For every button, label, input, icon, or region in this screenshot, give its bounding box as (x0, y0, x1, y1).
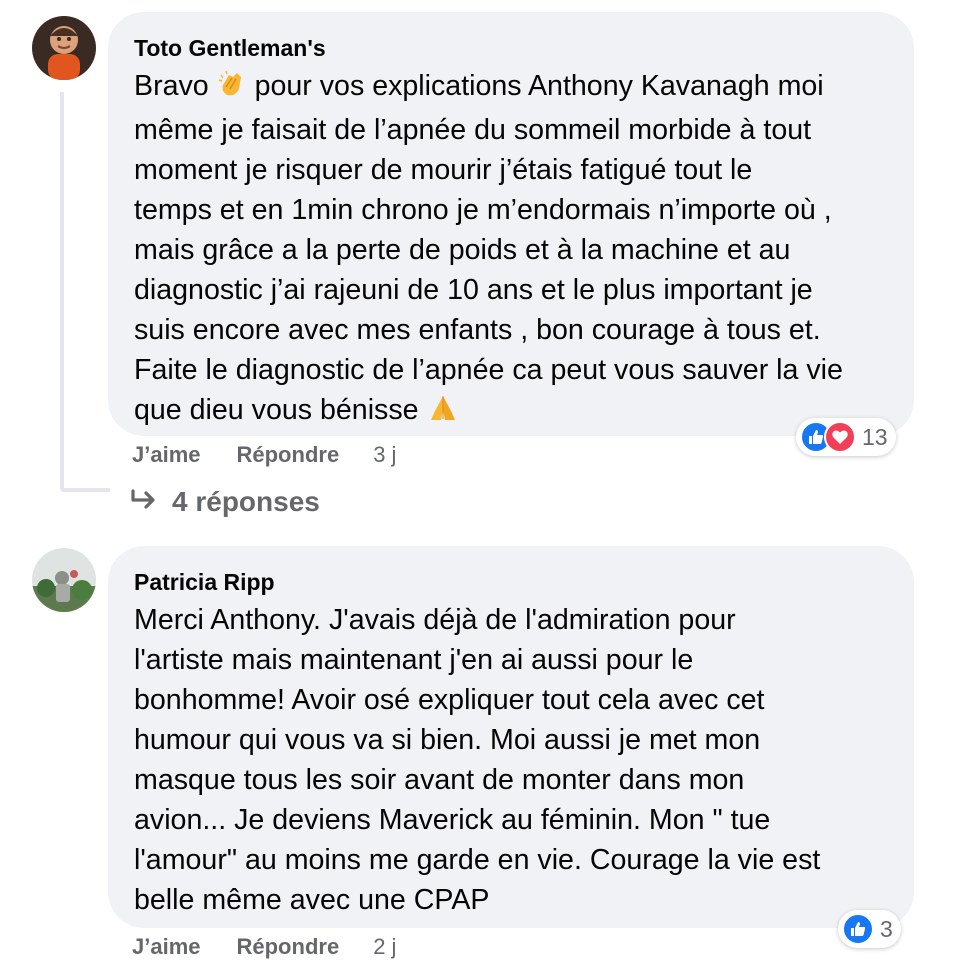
comment-text: Merci Anthony. J'avais déjà de l'admirat… (134, 604, 821, 916)
comment-actions: J’aime Répondre 3 j (132, 442, 396, 468)
reaction-count: 13 (862, 423, 888, 450)
view-replies-link[interactable]: 4 réponses (130, 486, 320, 518)
comment-text: Bravo pour vos explications Anthony Kava… (134, 66, 888, 434)
reaction-summary[interactable]: 3 (838, 910, 901, 948)
replies-count-label[interactable]: 4 réponses (172, 486, 320, 518)
reply-action[interactable]: Répondre (237, 934, 340, 960)
comment-bubble: Patricia Ripp Merci Anthony. J'avais déj… (108, 546, 914, 928)
comment-timestamp[interactable]: 2 j (373, 934, 396, 960)
like-action[interactable]: J’aime (132, 934, 201, 960)
comment-author[interactable]: Patricia Ripp (134, 568, 888, 596)
clapping-hands-emoji (217, 69, 247, 110)
reply-arrow-icon (130, 486, 158, 518)
avatar[interactable] (32, 16, 96, 80)
reply-action[interactable]: Répondre (237, 442, 340, 468)
comment-timestamp[interactable]: 3 j (373, 442, 396, 468)
reaction-count: 3 (880, 915, 893, 942)
comment-author[interactable]: Toto Gentleman's (134, 34, 888, 62)
like-action[interactable]: J’aime (132, 442, 201, 468)
comment-actions: J’aime Répondre 2 j (132, 934, 396, 960)
like-icon (842, 913, 874, 945)
folded-hands-emoji (427, 393, 459, 434)
avatar[interactable] (32, 548, 96, 612)
thread-connector-line (60, 92, 64, 492)
thread-connector-branch (60, 488, 110, 492)
love-icon (824, 421, 856, 453)
reaction-summary[interactable]: 13 (796, 418, 896, 456)
comment-bubble: Toto Gentleman's Bravo pour vos explicat… (108, 12, 914, 436)
